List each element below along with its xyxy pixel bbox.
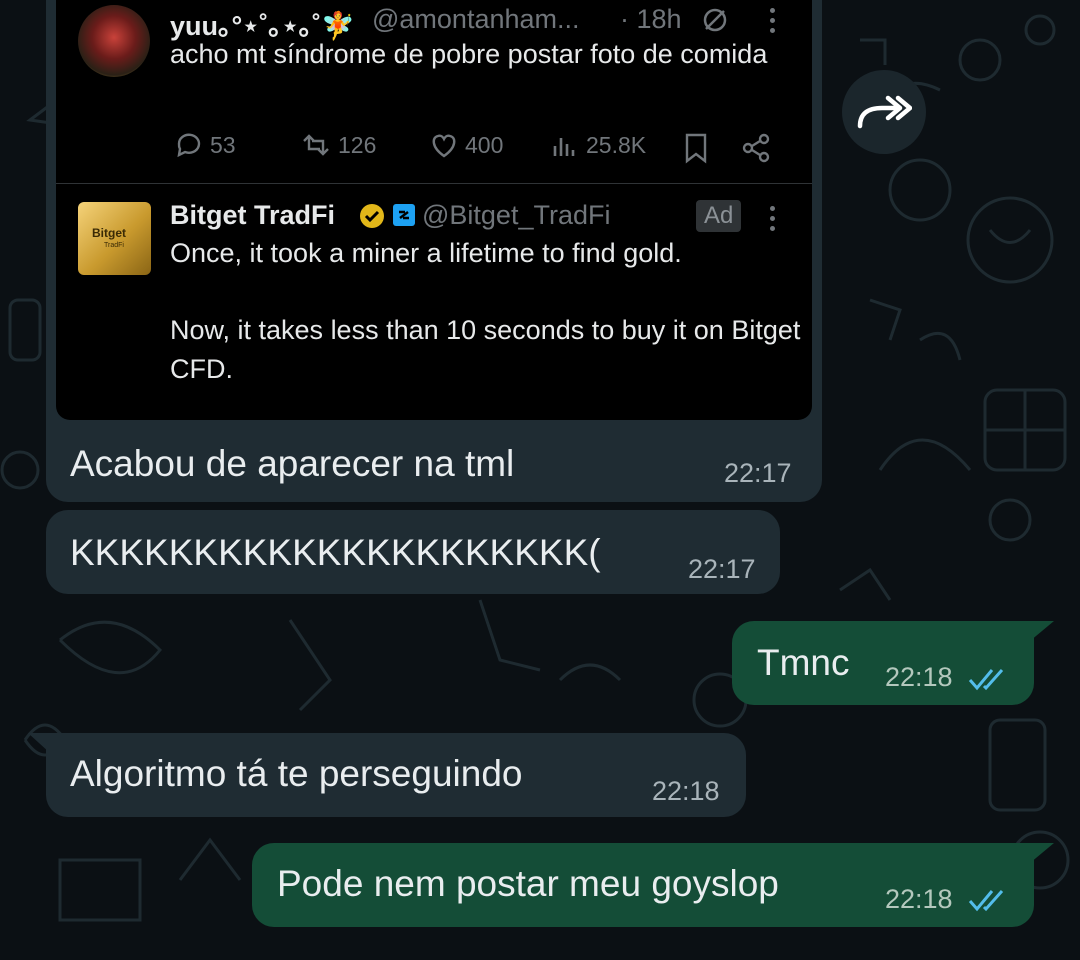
message-text: KKKKKKKKKKKKKKKKKKKKK( xyxy=(70,532,601,573)
message-time: 22:18 xyxy=(885,662,953,692)
repost-count: 126 xyxy=(338,131,377,158)
grok-icon xyxy=(703,8,727,32)
tweet-more-icon xyxy=(770,8,776,38)
share-icon xyxy=(742,133,770,163)
tweet-handle: @amontanham... xyxy=(372,4,580,34)
like-action: 400 xyxy=(429,130,503,160)
bitget-logo-text: Bitget xyxy=(92,226,126,240)
repost-icon xyxy=(303,134,329,156)
tweet-avatar xyxy=(78,5,150,77)
read-receipt-icon xyxy=(968,890,1004,912)
forward-button[interactable] xyxy=(842,70,926,154)
outgoing-bubble-tail xyxy=(1030,621,1054,641)
tweet-time: · 18h xyxy=(620,4,682,34)
views-action: 25.8K xyxy=(550,130,646,160)
heart-icon xyxy=(432,134,456,158)
views-count: 25.8K xyxy=(586,131,647,158)
views-icon xyxy=(553,138,575,156)
ad-label: Ad xyxy=(696,200,742,232)
message-time: 22:17 xyxy=(688,554,756,584)
reply-icon xyxy=(177,133,201,158)
reply-action: 53 xyxy=(174,130,236,160)
tweet-divider xyxy=(56,183,812,184)
message-text: Tmnc xyxy=(757,642,850,683)
reply-count: 53 xyxy=(210,131,236,158)
ad-text-line2: Now, it takes less than 10 seconds to bu… xyxy=(170,315,801,384)
verified-badge-icon xyxy=(360,204,384,228)
ad-more-icon xyxy=(770,206,776,236)
incoming-bubble-tail xyxy=(28,733,50,753)
message-text: Pode nem postar meu goyslop xyxy=(277,863,779,904)
message-text: Acabou de aparecer na tml xyxy=(70,443,515,484)
repost-action: 126 xyxy=(300,130,376,160)
bitget-logo-subtext: TradFi xyxy=(104,242,124,249)
ad-handle: @Bitget_TradFi xyxy=(422,200,611,230)
outgoing-bubble-tail xyxy=(1030,843,1054,863)
bookmark-icon xyxy=(685,133,707,164)
message-time: 22:18 xyxy=(652,776,720,806)
forward-double-arrow-icon xyxy=(857,95,912,129)
ad-text-line1: Once, it took a miner a lifetime to find… xyxy=(170,238,682,268)
tweet-text: acho mt síndrome de pobre postar foto de… xyxy=(170,39,768,69)
message-text: Algoritmo tá te perseguindo xyxy=(70,753,523,794)
affiliate-badge-icon xyxy=(393,204,415,226)
message-time: 22:18 xyxy=(885,884,953,914)
bitget-logo: Bitget TradFi xyxy=(78,202,151,275)
message-time: 22:17 xyxy=(724,458,792,488)
ad-display-name: Bitget TradFi xyxy=(170,200,336,230)
read-receipt-icon xyxy=(968,669,1004,691)
like-count: 400 xyxy=(465,131,504,158)
tweet-screenshot-image[interactable]: yuu｡°⋆˚｡⋆｡˚🧚 @amontanham... · 18h acho m… xyxy=(56,0,812,420)
